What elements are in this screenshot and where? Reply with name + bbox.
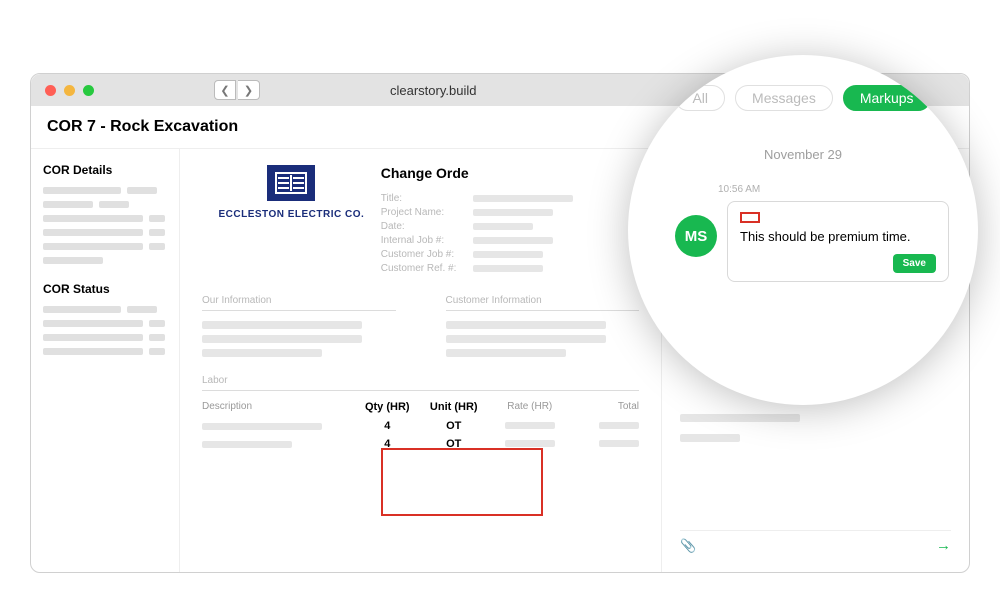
message-input-row: 📎 →	[680, 530, 951, 560]
doc-header: ECCLESTON ELECTRIC CO. Change Orde Title…	[202, 165, 639, 277]
back-button[interactable]: ❮	[214, 80, 236, 100]
our-info-col: Our Information	[202, 295, 396, 357]
magnified-panel: All Messages Markups November 29 10:56 A…	[628, 55, 978, 405]
labor-table-header: Description Qty (HR) Unit (HR) Rate (HR)…	[202, 397, 639, 417]
company-name: ECCLESTON ELECTRIC CO.	[218, 209, 364, 220]
table-row: 4 OT	[202, 417, 639, 435]
message-date: November 29	[764, 147, 842, 162]
meta-label-customer-ref: Customer Ref. #:	[381, 263, 473, 274]
close-icon[interactable]	[45, 85, 56, 96]
send-icon[interactable]: →	[936, 537, 951, 554]
message-text: This should be premium time.	[740, 229, 936, 244]
avatar: MS	[675, 215, 717, 257]
doc-meta: Change Orde Title: Project Name: Date: I…	[381, 165, 639, 277]
cell-unit: OT	[421, 420, 488, 432]
markup-swatch-icon	[740, 212, 760, 223]
col-rate-header: Rate (HR)	[487, 401, 573, 413]
meta-label-customer-job: Customer Job #:	[381, 249, 473, 260]
sidebar-details-title: COR Details	[43, 163, 167, 177]
forward-button[interactable]: ❯	[238, 80, 260, 100]
maximize-icon[interactable]	[83, 85, 94, 96]
info-row: Our Information Customer Information	[202, 295, 639, 357]
col-desc-header: Description	[202, 401, 354, 413]
attachment-icon[interactable]: 📎	[680, 538, 696, 554]
sidebar-details-section: COR Details	[43, 163, 167, 264]
traffic-lights	[45, 85, 94, 96]
col-total-header: Total	[573, 401, 640, 413]
col-qty-header: Qty (HR)	[354, 401, 421, 413]
col-unit-header: Unit (HR)	[421, 401, 488, 413]
company-logo-icon	[267, 165, 315, 201]
filter-pills: All Messages Markups	[675, 85, 930, 111]
meta-label-project: Project Name:	[381, 207, 473, 218]
nav-arrows: ❮ ❯	[214, 80, 260, 100]
sidebar: COR Details COR Status	[31, 149, 179, 572]
meta-label-title: Title:	[381, 193, 473, 204]
message-bubble: This should be premium time. Save	[727, 201, 949, 282]
labor-section: Labor Description Qty (HR) Unit (HR) Rat…	[202, 375, 639, 453]
meta-label-date: Date:	[381, 221, 473, 232]
cell-qty: 4	[354, 420, 421, 432]
tab-messages[interactable]: Messages	[735, 85, 833, 111]
sidebar-details-placeholders	[43, 187, 167, 264]
customer-info-title: Customer Information	[446, 295, 640, 311]
doc-type-title: Change Orde	[381, 165, 639, 181]
customer-info-col: Customer Information	[446, 295, 640, 357]
sidebar-status-section: COR Status	[43, 282, 167, 355]
save-button[interactable]: Save	[893, 254, 936, 273]
sidebar-status-placeholders	[43, 306, 167, 355]
markup-highlight-box	[381, 448, 543, 516]
message-placeholder	[680, 414, 800, 422]
sidebar-status-title: COR Status	[43, 282, 167, 296]
url-display: clearstory.build	[390, 83, 476, 98]
meta-label-internal-job: Internal Job #:	[381, 235, 473, 246]
message-row: MS This should be premium time. Save	[675, 201, 965, 282]
minimize-icon[interactable]	[64, 85, 75, 96]
our-info-title: Our Information	[202, 295, 396, 311]
message-placeholder	[680, 434, 740, 442]
logo-block: ECCLESTON ELECTRIC CO.	[202, 165, 381, 277]
labor-table: Description Qty (HR) Unit (HR) Rate (HR)…	[202, 397, 639, 453]
labor-title: Labor	[202, 375, 639, 391]
message-time: 10:56 AM	[718, 184, 760, 195]
